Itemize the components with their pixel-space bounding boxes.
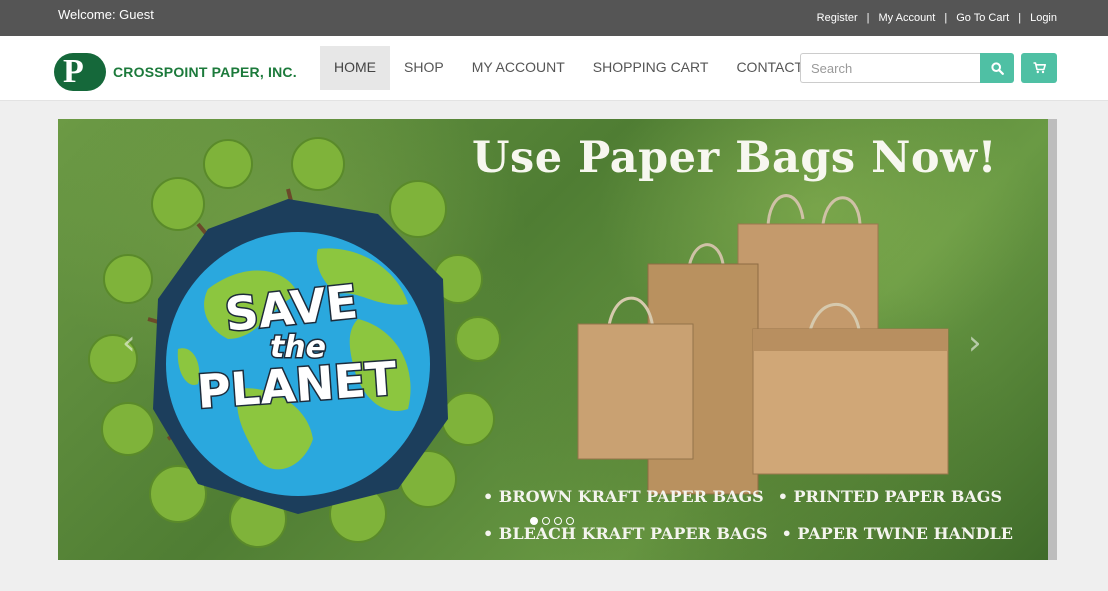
- search-form: [800, 53, 1014, 83]
- nav-home[interactable]: HOME: [320, 46, 390, 90]
- separator: |: [1018, 12, 1022, 24]
- brand-name: CROSSPOINT PAPER, INC.: [113, 64, 297, 80]
- search-button[interactable]: [980, 53, 1014, 83]
- register-link[interactable]: Register: [817, 12, 858, 24]
- logo-icon: P: [54, 53, 106, 91]
- separator: |: [866, 12, 870, 24]
- site-header: P CROSSPOINT PAPER, INC. HOME SHOP MY AC…: [0, 36, 1108, 101]
- bullet-bleach-kraft: • BLEACH KRAFT PAPER BAGS: [483, 524, 768, 543]
- chevron-left-icon: ‹: [122, 323, 136, 363]
- go-to-cart-link[interactable]: Go To Cart: [956, 12, 1009, 24]
- carousel-dot[interactable]: [554, 517, 562, 525]
- main-nav: HOME SHOP MY ACCOUNT SHOPPING CART CONTA…: [320, 46, 840, 90]
- welcome-text: Welcome: Guest: [58, 7, 154, 22]
- carousel-indicators: [530, 517, 574, 525]
- nav-my-account[interactable]: MY ACCOUNT: [458, 46, 579, 90]
- bullet-brown-kraft: • BROWN KRAFT PAPER BAGS: [483, 487, 764, 506]
- hero-carousel: SAVE the PLANET Use Paper Bags Now! • BR…: [58, 119, 1057, 560]
- bullet-twine-handle: • PAPER TWINE HANDLE: [781, 524, 1013, 543]
- top-bar: Welcome: Guest Register | My Account | G…: [0, 0, 1108, 36]
- carousel-prev-button[interactable]: ‹: [122, 323, 136, 363]
- banner-headline: Use Paper Bags Now!: [472, 133, 997, 183]
- carousel-next-button[interactable]: ›: [968, 323, 982, 363]
- carousel-dot[interactable]: [542, 517, 550, 525]
- chevron-right-icon: ›: [968, 323, 982, 363]
- bullet-row: • BLEACH KRAFT PAPER BAGS • PAPER TWINE H…: [483, 524, 1027, 543]
- bullet-printed: • PRINTED PAPER BAGS: [777, 487, 1003, 506]
- cart-icon: [1033, 62, 1046, 74]
- search-input[interactable]: [800, 53, 980, 83]
- carousel-dot[interactable]: [530, 517, 538, 525]
- top-links: Register | My Account | Go To Cart | Log…: [817, 12, 1057, 24]
- nav-shop[interactable]: SHOP: [390, 46, 458, 90]
- nav-shopping-cart[interactable]: SHOPPING CART: [579, 46, 723, 90]
- my-account-link[interactable]: My Account: [879, 12, 936, 24]
- separator: |: [944, 12, 948, 24]
- carousel-dot[interactable]: [566, 517, 574, 525]
- banner-edge: [1048, 119, 1057, 560]
- search-icon: [990, 61, 1004, 75]
- login-link[interactable]: Login: [1030, 12, 1057, 24]
- brand-logo[interactable]: P CROSSPOINT PAPER, INC.: [54, 53, 297, 91]
- cart-button[interactable]: [1021, 53, 1057, 83]
- paper-bags-graphic: [577, 194, 949, 495]
- bullet-row: • BROWN KRAFT PAPER BAGS • PRINTED PAPER …: [483, 487, 1016, 506]
